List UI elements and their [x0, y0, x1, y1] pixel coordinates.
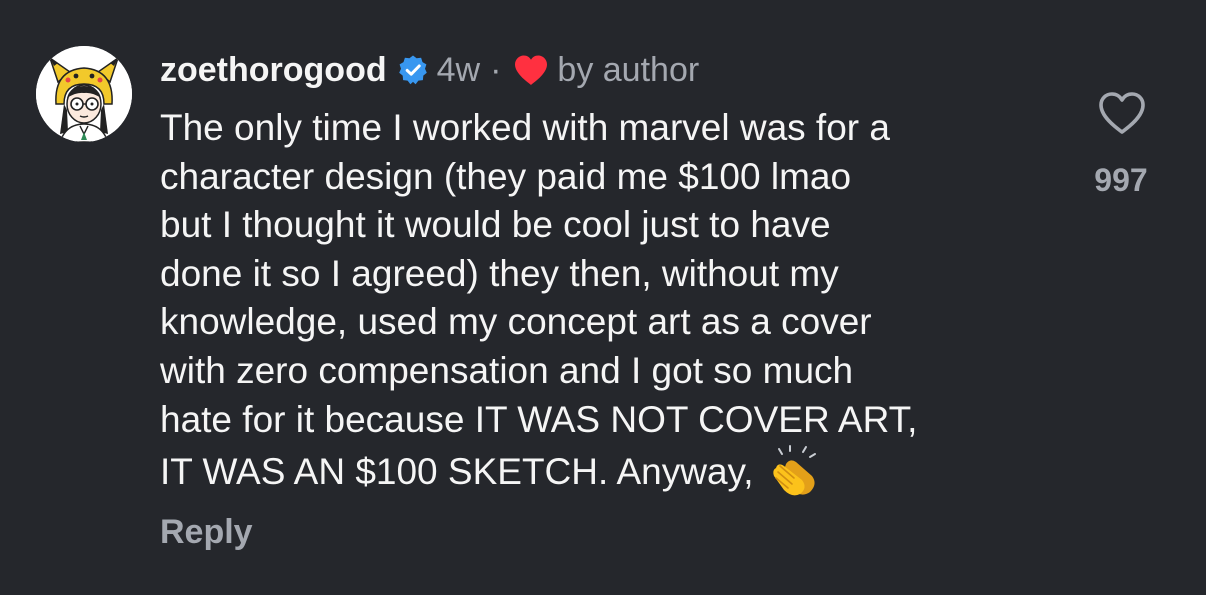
username-link[interactable]: zoethorogood: [160, 51, 387, 90]
comment: zoethorogood 4w · by author The only tim…: [0, 0, 1206, 595]
comment-text-line: knowledge, used my concept art as a cove…: [160, 301, 872, 343]
like-heart-icon[interactable]: [1097, 90, 1147, 136]
by-author-label: by author: [557, 50, 700, 89]
avatar-image: [36, 46, 132, 142]
verified-badge-icon: [397, 54, 429, 86]
comment-text-line: but I thought it would be cool just to h…: [160, 204, 831, 246]
comment-text-line: hate for it because IT WAS NOT COVER ART…: [160, 398, 918, 440]
comment-header: zoethorogood 4w · by author: [160, 50, 699, 90]
comment-text: The only time I worked with marvel was f…: [160, 104, 1060, 498]
author-like-heart-icon: [513, 54, 549, 86]
comment-text-line: with zero compensation and I got so much: [160, 349, 854, 391]
reply-button[interactable]: Reply: [160, 513, 253, 552]
avatar[interactable]: [36, 46, 132, 142]
comment-timestamp: 4w: [436, 50, 481, 89]
comment-text-line: done it so I agreed) they then, without …: [160, 252, 839, 294]
like-count: 997: [1094, 162, 1148, 198]
comment-text-line: character design (they paid me $100 lmao: [160, 155, 852, 197]
comment-text-line: The only time I worked with marvel was f…: [160, 107, 890, 148]
clapping-hands-icon: [768, 444, 822, 498]
comment-text-line-last: IT WAS AN $100 SKETCH. Anyway,: [160, 444, 1060, 498]
comment-text-line: IT WAS AN $100 SKETCH. Anyway,: [160, 451, 754, 493]
header-separator: ·: [490, 50, 502, 89]
